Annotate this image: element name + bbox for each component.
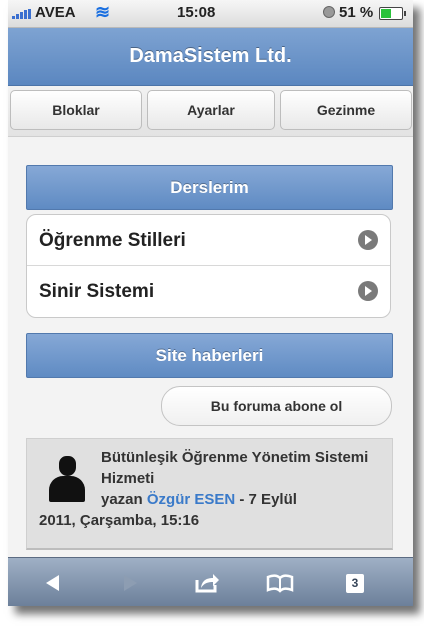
bookmarks-icon[interactable] <box>265 569 295 597</box>
wifi-icon: ≋ <box>95 2 111 22</box>
site-title: DamaSistem Ltd. <box>8 28 413 86</box>
chevron-right-icon <box>358 281 378 301</box>
course-label: Sinir Sistemi <box>39 281 155 302</box>
signal-icon <box>12 9 32 19</box>
news-post-text: Bütünleşik Öğrenme Yönetim Sistemi Hizme… <box>39 447 384 531</box>
author-link[interactable]: Özgür ESEN <box>147 491 235 508</box>
tab-count: 3 <box>346 574 364 593</box>
courses-heading: Derslerim <box>26 165 393 210</box>
tabs-button[interactable]: 3 <box>338 569 368 597</box>
list-item[interactable]: Sinir Sistemi <box>27 266 390 316</box>
bloklar-button[interactable]: Bloklar <box>10 90 142 130</box>
news-heading: Site haberleri <box>26 333 393 378</box>
status-bar: AVEA ≋ 15:08 51 % <box>8 0 413 28</box>
screen: AVEA ≋ 15:08 51 % DamaSistem Ltd. Blokla… <box>0 0 424 628</box>
ayarlar-button[interactable]: Ayarlar <box>147 90 275 130</box>
back-arrow-icon[interactable] <box>40 569 70 597</box>
share-icon[interactable] <box>192 569 222 597</box>
news-post-date-start: - 7 Eylül <box>235 491 297 508</box>
list-item[interactable]: Öğrenme Stilleri <box>27 215 390 266</box>
course-list: Öğrenme Stilleri Sinir Sistemi <box>26 214 391 318</box>
course-label: Öğrenme Stilleri <box>39 230 186 251</box>
news-post-by: yazan <box>101 491 147 508</box>
gezinme-button[interactable]: Gezinme <box>280 90 412 130</box>
battery-percent: 51 % <box>339 4 374 21</box>
news-post[interactable]: Bütünleşik Öğrenme Yönetim Sistemi Hizme… <box>26 438 393 550</box>
browser-toolbar: 3 <box>8 557 413 606</box>
nav-bar: Bloklar Ayarlar Gezinme <box>8 86 413 137</box>
clock: 15:08 <box>177 4 216 21</box>
news-post-title[interactable]: Bütünleşik Öğrenme Yönetim Sistemi Hizme… <box>39 447 384 489</box>
news-post-date: 2011, Çarşamba, 15:16 <box>39 512 200 529</box>
battery-icon <box>379 7 406 20</box>
chevron-right-icon <box>358 230 378 250</box>
carrier-name: AVEA <box>35 4 76 21</box>
news-post-meta: yazan Özgür ESEN - 7 Eylül <box>39 489 384 510</box>
phone-screen: AVEA ≋ 15:08 51 % DamaSistem Ltd. Blokla… <box>8 0 413 606</box>
alarm-icon <box>323 6 335 18</box>
forward-arrow-icon[interactable] <box>115 569 145 597</box>
subscribe-button[interactable]: Bu foruma abone ol <box>161 386 392 426</box>
